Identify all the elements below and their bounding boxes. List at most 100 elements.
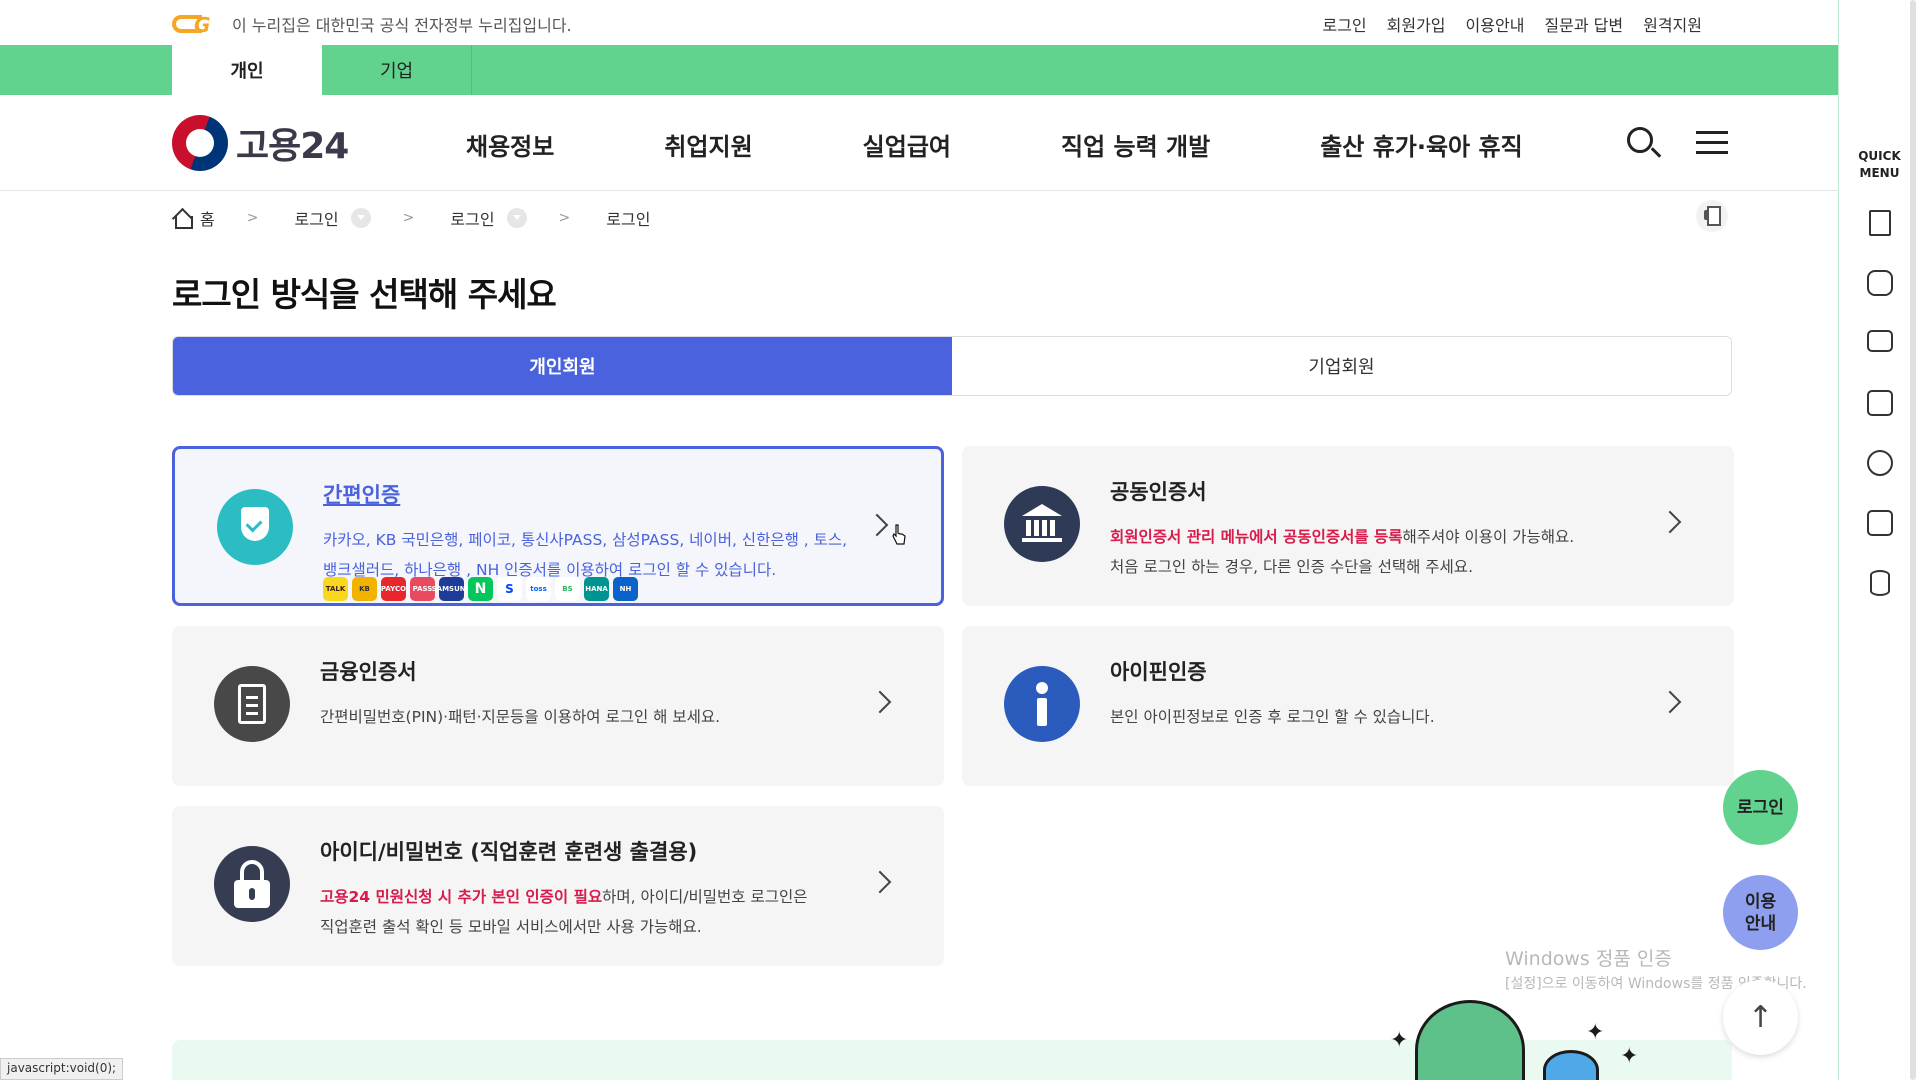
login-card-ipin[interactable]: 아이핀인증 본인 아이핀정보로 인증 후 로그인 할 수 있습니다. bbox=[962, 626, 1734, 786]
sparkle-icon: ✦ bbox=[1586, 1020, 1605, 1045]
login-card-id-password[interactable]: 아이디/비밀번호 (직업훈련 훈련생 출결용) 고용24 민원신청 시 추가 본… bbox=[172, 806, 944, 966]
floating-guide-button[interactable]: 이용 안내 bbox=[1723, 875, 1798, 950]
quick-menu-title-line2: MENU bbox=[1859, 166, 1900, 180]
card-description: 고용24 민원신청 시 추가 본인 인증이 필요하며, 아이디/비밀번호 로그인… bbox=[320, 882, 850, 942]
gov-utility-bar: G 이 누리집은 대한민국 공식 전자정부 누리집입니다. 로그인 회원가입 이… bbox=[0, 0, 1838, 45]
chevron-down-icon[interactable] bbox=[506, 208, 527, 228]
user-type-bar: 개인 기업 bbox=[0, 45, 1838, 95]
chevron-right-icon bbox=[1658, 510, 1682, 534]
card-description-rest: 해주셔야 이용이 가능해요. bbox=[1402, 528, 1575, 546]
monitor-icon[interactable] bbox=[1867, 330, 1893, 352]
card-description-line2: 처음 로그인 하는 경우, 다른 인증 수단을 선택해 주세요. bbox=[1110, 558, 1473, 576]
sparkle-icon: ✦ bbox=[1620, 1044, 1639, 1069]
lock-icon bbox=[214, 846, 290, 922]
building-icon[interactable] bbox=[1869, 210, 1891, 236]
naver-icon: N bbox=[468, 577, 493, 601]
breadcrumb-separator: > bbox=[246, 210, 259, 226]
tab-business-member[interactable]: 기업회원 bbox=[952, 337, 1731, 395]
card-warning-text: 고용24 민원신청 시 추가 본인 인증이 필요 bbox=[320, 888, 603, 906]
nav-item-unemployment-benefit[interactable]: 실업급여 bbox=[863, 127, 951, 162]
guide-label-line1: 이용 bbox=[1744, 891, 1777, 912]
database-icon[interactable] bbox=[1870, 570, 1890, 596]
finance-document-icon bbox=[214, 666, 290, 742]
main-nav: 채용정보 취업지원 실업급여 직업 능력 개발 출산 휴가·육아 휴직 bbox=[466, 127, 1633, 162]
gov-notice: G 이 누리집은 대한민국 공식 전자정부 누리집입니다. bbox=[172, 12, 572, 37]
nav-item-skills[interactable]: 직업 능력 개발 bbox=[1061, 127, 1210, 162]
smile-icon[interactable] bbox=[1867, 450, 1893, 476]
search-icon[interactable] bbox=[1625, 125, 1662, 161]
breadcrumb-item-label: 로그인 bbox=[294, 210, 339, 229]
tab-personal-member[interactable]: 개인회원 bbox=[173, 337, 952, 395]
util-link-remote[interactable]: 원격지원 bbox=[1643, 12, 1702, 36]
nav-item-employment-support[interactable]: 취업지원 bbox=[664, 127, 752, 162]
hamburger-menu-icon[interactable] bbox=[1694, 125, 1730, 161]
card-description: 본인 아이핀정보로 인증 후 로그인 할 수 있습니다. bbox=[1110, 708, 1435, 726]
chat-icon[interactable] bbox=[1867, 270, 1893, 296]
nh-icon: NH bbox=[613, 577, 638, 601]
breadcrumb: 홈 > 로그인 > 로그인 > 로그인 bbox=[172, 206, 650, 230]
page-title: 로그인 방식을 선택해 주세요 bbox=[172, 275, 557, 314]
kb-bank-icon: KB bbox=[352, 577, 377, 601]
card-description-rest: 하며, 아이디/비밀번호 로그인은 bbox=[602, 888, 808, 906]
nav-item-parental-leave[interactable]: 출산 휴가·육아 휴직 bbox=[1320, 127, 1522, 162]
calculator-icon[interactable] bbox=[1867, 510, 1893, 536]
card-description-line2: 직업훈련 출석 확인 등 모바일 서비스에서만 사용 가능해요. bbox=[320, 918, 702, 936]
breadcrumb-separator: > bbox=[402, 210, 415, 226]
util-link-guide[interactable]: 이용안내 bbox=[1466, 12, 1525, 36]
guide-label-line2: 안내 bbox=[1744, 913, 1777, 934]
quick-menu-title-line1: QUICK bbox=[1858, 149, 1901, 163]
taegeuk-logo-icon bbox=[172, 115, 228, 171]
print-icon[interactable] bbox=[1696, 200, 1728, 232]
mascot-character bbox=[1405, 990, 1525, 1080]
util-link-qna[interactable]: 질문과 답변 bbox=[1544, 12, 1623, 36]
scrollbar-thumb[interactable] bbox=[1910, 0, 1916, 1080]
main-header: 고용24 채용정보 취업지원 실업급여 직업 능력 개발 출산 휴가·육아 휴직 bbox=[0, 95, 1838, 191]
login-card-joint-certificate[interactable]: 공동인증서 회원인증서 관리 메뉴에서 공동인증서를 등록해주셔야 이용이 가능… bbox=[962, 446, 1734, 606]
home-icon bbox=[172, 209, 193, 229]
floating-login-button[interactable]: 로그인 bbox=[1723, 770, 1798, 845]
breadcrumb-home[interactable]: 홈 bbox=[172, 206, 215, 230]
shield-check-icon bbox=[217, 489, 293, 565]
provider-icons: TALK KB PAYCO PASS SAMSUNG N S toss BS H… bbox=[323, 577, 638, 601]
samsung-pass-icon: SAMSUNG bbox=[432, 577, 471, 601]
shinhan-icon: S bbox=[497, 577, 522, 601]
kakao-icon: TALK bbox=[323, 577, 348, 601]
nav-item-jobs[interactable]: 채용정보 bbox=[466, 127, 554, 162]
card-title: 아이핀인증 bbox=[1110, 660, 1207, 684]
hand-cursor-icon bbox=[892, 524, 906, 545]
payco-icon: PAYCO bbox=[381, 577, 406, 601]
status-bar-url: javascript:void(0); bbox=[0, 1058, 124, 1080]
chevron-right-icon bbox=[1658, 690, 1682, 714]
chevron-right-icon bbox=[868, 690, 892, 714]
banksalad-icon: BS bbox=[555, 577, 580, 601]
scrollbar[interactable] bbox=[1908, 0, 1918, 1080]
tab-business[interactable]: 기업 bbox=[322, 45, 472, 95]
login-card-simple-auth[interactable]: 간편인증 카카오, KB 국민은행, 페이코, 통신사PASS, 삼성PASS,… bbox=[172, 446, 944, 606]
util-link-signup[interactable]: 회원가입 bbox=[1387, 12, 1446, 36]
member-type-tabs: 개인회원 기업회원 bbox=[172, 336, 1732, 396]
scroll-top-button[interactable]: ↑ bbox=[1723, 980, 1798, 1055]
utility-links: 로그인 회원가입 이용안내 질문과 답변 원격지원 bbox=[1322, 12, 1702, 36]
breadcrumb-item-label: 로그인 bbox=[450, 210, 495, 229]
breadcrumb-item-label: 로그인 bbox=[606, 210, 651, 229]
egov-logo-icon: G bbox=[172, 13, 224, 37]
site-logo[interactable]: 고용24 bbox=[172, 115, 349, 171]
logo-text: 고용24 bbox=[236, 126, 349, 167]
login-card-finance-certificate[interactable]: 금융인증서 간편비밀번호(PIN)·패턴·지문등을 이용하여 로그인 해 보세요… bbox=[172, 626, 944, 786]
info-icon bbox=[1004, 666, 1080, 742]
card-description: 간편비밀번호(PIN)·패턴·지문등을 이용하여 로그인 해 보세요. bbox=[320, 708, 721, 726]
card-title: 금융인증서 bbox=[320, 660, 417, 684]
sparkle-icon: ✦ bbox=[1390, 1028, 1409, 1053]
breadcrumb-item[interactable]: 로그인 bbox=[450, 206, 527, 230]
bank-icon bbox=[1004, 486, 1080, 562]
breadcrumb-current: 로그인 bbox=[606, 206, 650, 230]
tab-personal[interactable]: 개인 bbox=[172, 45, 322, 95]
breadcrumb-separator: > bbox=[558, 210, 571, 226]
hana-bank-icon: HANA bbox=[584, 577, 609, 601]
util-link-login[interactable]: 로그인 bbox=[1322, 12, 1366, 36]
card-title: 아이디/비밀번호 (직업훈련 훈련생 출결용) bbox=[320, 840, 698, 864]
chevron-down-icon[interactable] bbox=[350, 208, 371, 228]
card-title: 간편인증 bbox=[323, 483, 401, 507]
checklist-icon[interactable] bbox=[1867, 390, 1893, 416]
breadcrumb-item[interactable]: 로그인 bbox=[294, 206, 371, 230]
